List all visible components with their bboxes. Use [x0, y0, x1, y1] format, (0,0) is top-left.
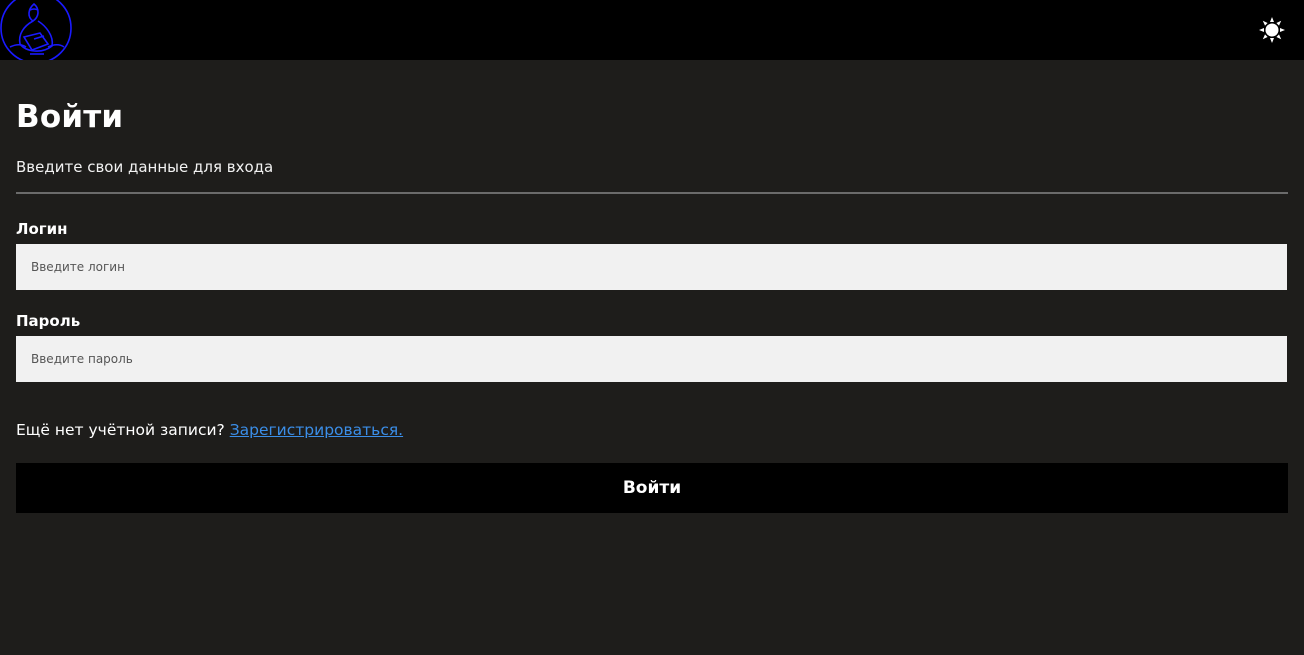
logo[interactable]	[0, 0, 74, 60]
page-title: Войти	[16, 99, 124, 135]
top-bar	[0, 0, 1304, 60]
login-label: Логин	[16, 220, 68, 238]
login-input[interactable]	[16, 244, 1287, 290]
page-subtitle: Введите свои данные для входа	[16, 158, 274, 176]
password-input[interactable]	[16, 336, 1287, 382]
login-submit-button[interactable]: Войти	[16, 463, 1288, 513]
register-prompt-text: Ещё нет учётной записи?	[16, 421, 225, 439]
hooded-figure-logo-icon	[0, 0, 72, 60]
divider	[16, 192, 1288, 194]
register-prompt-line: Ещё нет учётной записи? Зарегистрировать…	[16, 419, 403, 441]
register-link[interactable]: Зарегистрироваться.	[230, 421, 403, 439]
sun-icon	[1259, 17, 1285, 43]
theme-toggle-button[interactable]	[1258, 16, 1286, 44]
password-label: Пароль	[16, 312, 81, 330]
